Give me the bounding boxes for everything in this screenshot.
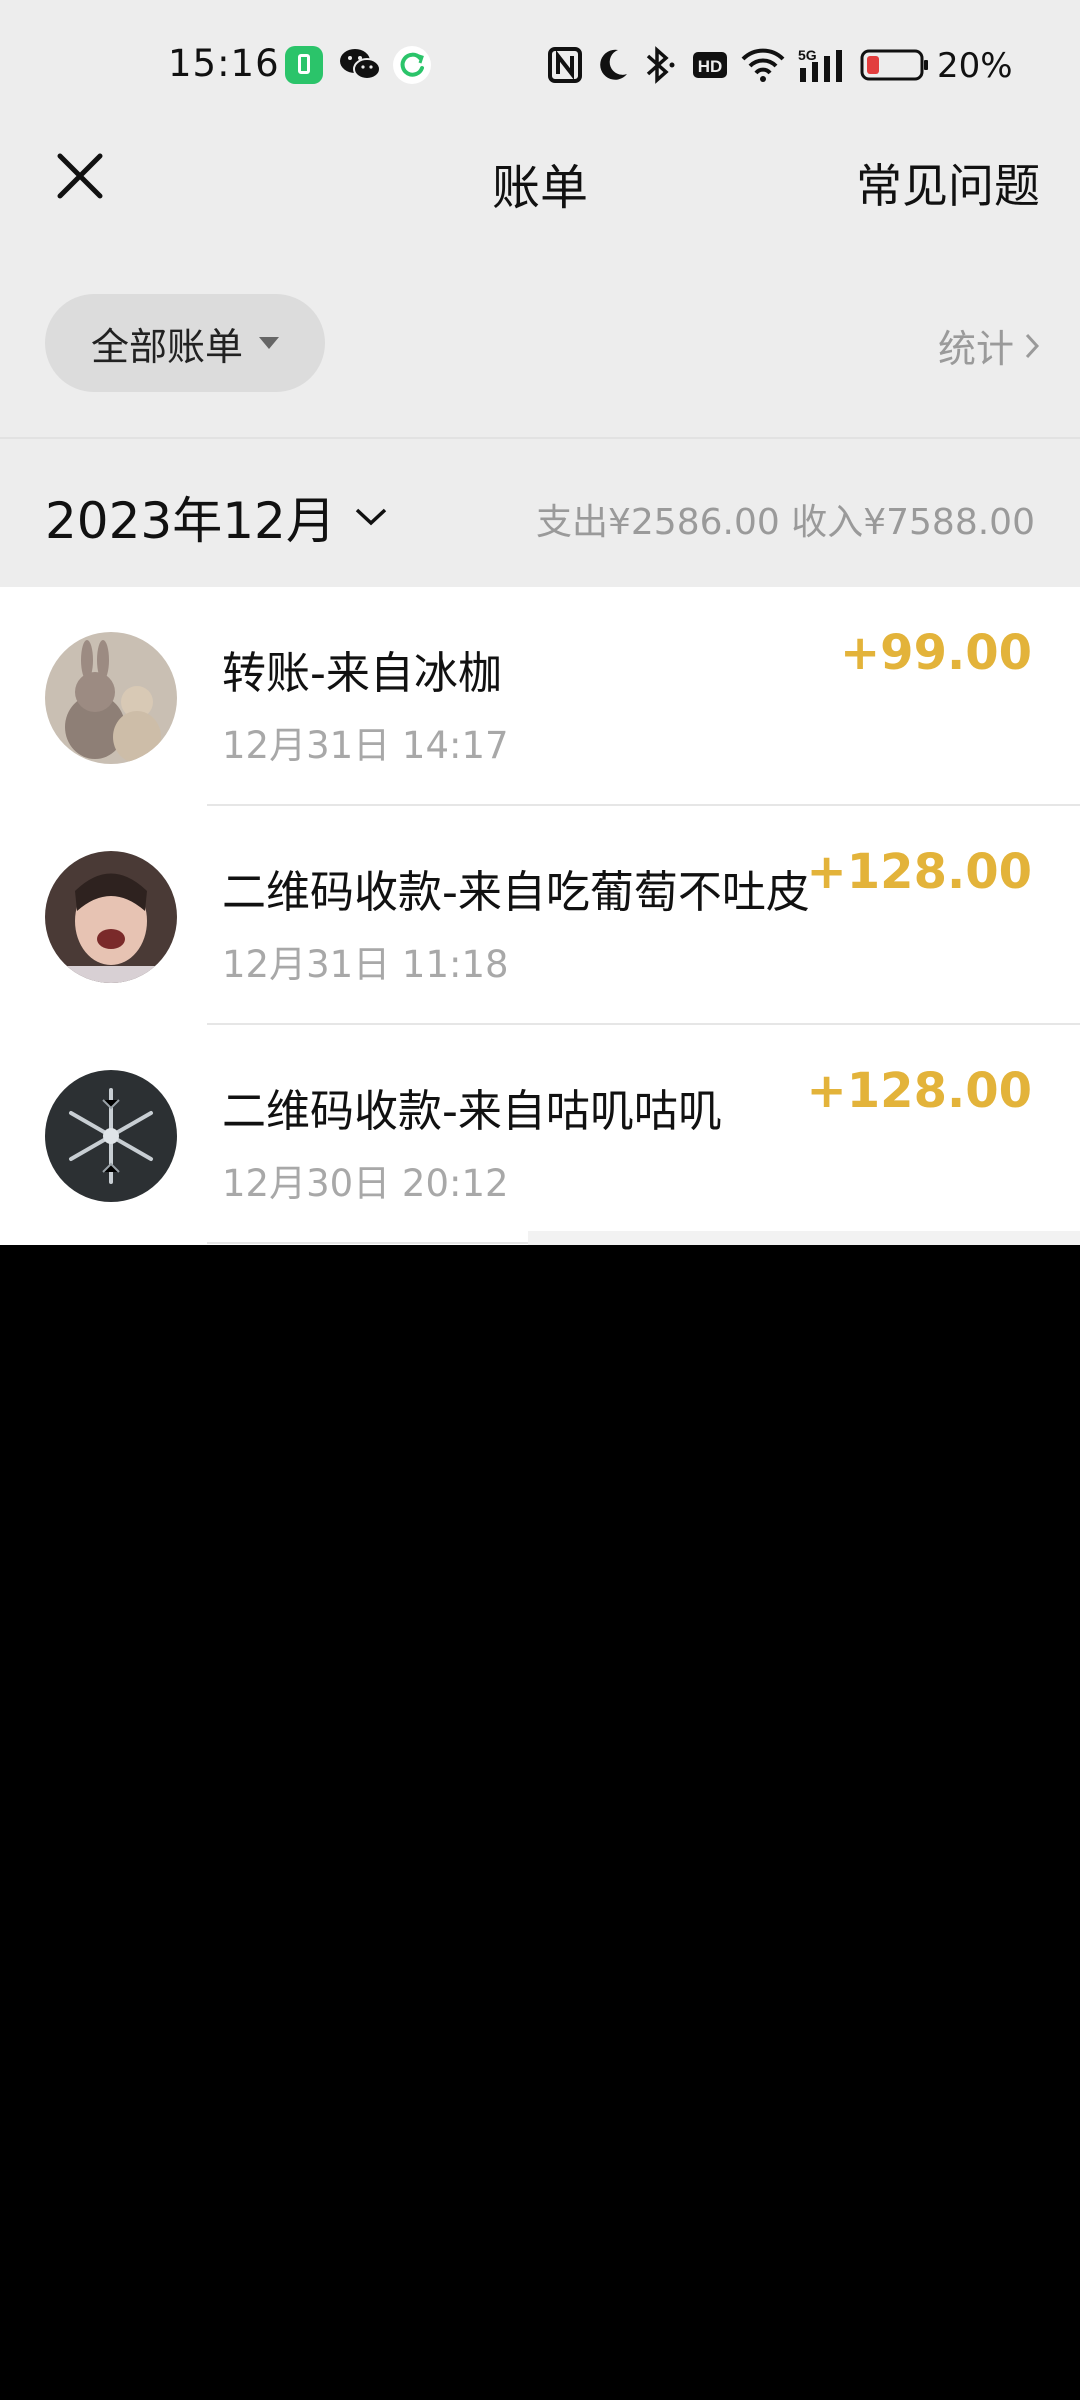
avatar [45, 632, 177, 764]
transaction-title: 转账-来自冰枷 [222, 648, 502, 699]
transaction-amount: +99.00 [839, 625, 1032, 681]
month-header: 2023年12月 支出¥2586.00 收入¥7588.00 [0, 439, 1080, 587]
avatar [45, 1070, 177, 1202]
transaction-row[interactable]: 二维码收款-来自吃葡萄不吐皮 12月31日 11:18 +128.00 [0, 806, 1080, 1025]
refresh-app-icon [393, 46, 431, 84]
status-time: 15:16 [168, 42, 280, 85]
svg-text:HD: HD [698, 57, 723, 76]
do-not-disturb-icon [600, 49, 627, 80]
faq-link[interactable]: 常见问题 [856, 150, 1040, 216]
hd-icon: HD [693, 52, 727, 78]
battery-app-icon [285, 46, 323, 84]
transaction-list: 转账-来自冰枷 12月31日 14:17 +99.00 二维码收款-来自吃葡萄不… [0, 587, 1080, 1245]
battery-icon [860, 49, 928, 81]
month-label: 2023年12月 [45, 492, 336, 550]
transaction-row[interactable]: 转账-来自冰枷 12月31日 14:17 +99.00 [0, 587, 1080, 806]
close-icon [57, 153, 103, 199]
bluetooth-icon [646, 46, 675, 84]
transaction-row[interactable]: 二维码收款-来自咕叽咕叽 12月30日 20:12 +128.00 [0, 1025, 1080, 1244]
nfc-icon [548, 47, 582, 83]
transaction-time: 12月30日 20:12 [222, 1162, 509, 1205]
transaction-amount: +128.00 [806, 1063, 1032, 1119]
transaction-time: 12月31日 11:18 [222, 943, 509, 986]
transaction-title: 二维码收款-来自吃葡萄不吐皮 [222, 867, 810, 918]
chevron-right-icon [1025, 333, 1040, 358]
avatar [45, 851, 177, 983]
5g-signal-icon: 5G [798, 47, 842, 82]
caret-down-icon [259, 337, 279, 349]
stats-link[interactable]: 统计 [938, 318, 1040, 373]
bill-screen: 15:16 HD 5G 20% 账单 常见问题 全部账单 统计 2023年12月… [0, 0, 1080, 1245]
bill-type-filter[interactable]: 全部账单 [45, 294, 325, 392]
month-summary: 支出¥2586.00 收入¥7588.00 [536, 502, 1035, 543]
close-button[interactable] [50, 146, 130, 226]
status-bar: 15:16 HD 5G 20% [0, 0, 1080, 120]
wechat-icon [338, 46, 382, 84]
chevron-down-icon [355, 508, 387, 526]
svg-text:5G: 5G [798, 47, 817, 63]
stats-label: 统计 [937, 327, 1014, 371]
list-loading-strip [528, 1231, 1080, 1245]
battery-percent: 20% [937, 46, 1013, 86]
nav-bar: 账单 常见问题 [0, 120, 1080, 238]
transaction-title: 二维码收款-来自咕叽咕叽 [222, 1086, 722, 1137]
transaction-time: 12月31日 14:17 [222, 724, 509, 767]
filter-label: 全部账单 [90, 324, 243, 369]
transaction-amount: +128.00 [806, 844, 1032, 900]
filter-row: 全部账单 统计 [0, 238, 1080, 438]
wifi-icon [741, 48, 785, 82]
month-selector[interactable]: 2023年12月 [45, 481, 388, 553]
